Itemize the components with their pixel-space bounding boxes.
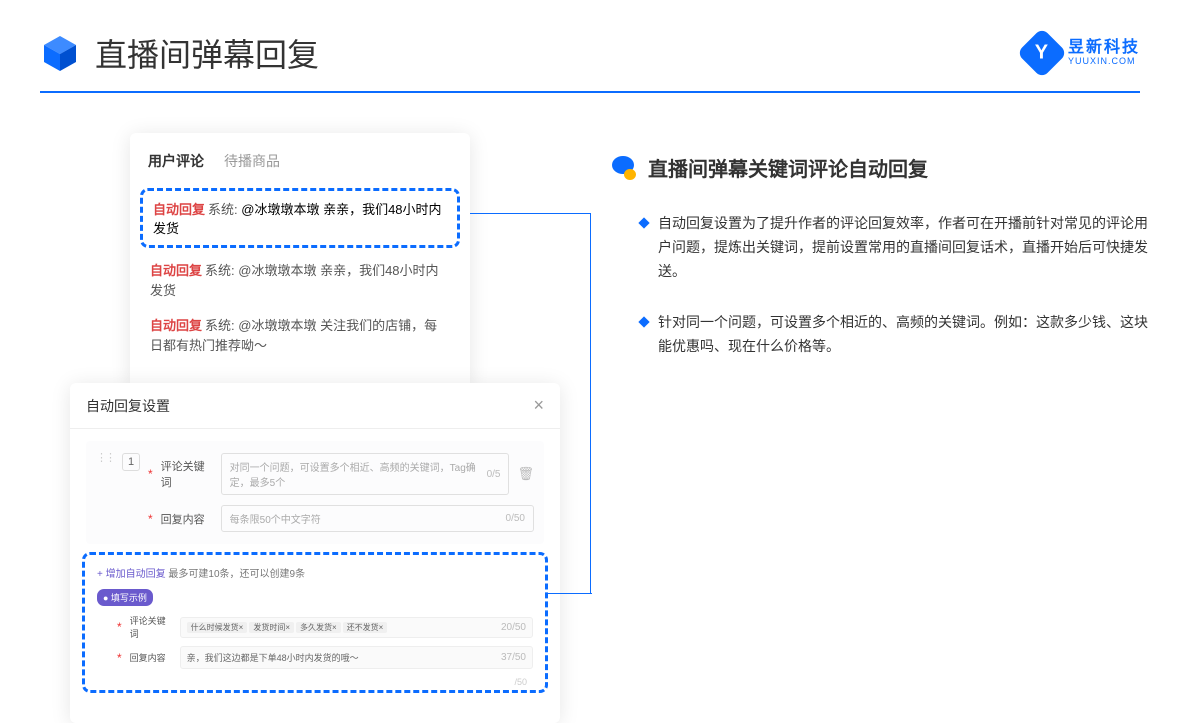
keyword-input[interactable]: 对同一个问题，可设置多个相近、高频的关键词，Tag确定，最多5个0/5 (221, 453, 510, 495)
example-content-input: 亲，我们这边都是下单48小时内发货的哦～37/50 (180, 646, 533, 669)
add-reply-link[interactable]: + 增加自动回复 (97, 569, 166, 580)
keyword-label: 评论关键词 (161, 458, 213, 490)
diamond-icon (638, 217, 649, 228)
diamond-icon (638, 317, 649, 328)
comment-row: 自动回复系统: @冰墩墩本墩 关注我们的店铺，每日都有热门推荐呦～ (130, 308, 470, 363)
highlighted-comment: 自动回复系统: @冰墩墩本墩 亲亲，我们48小时内发货 (140, 188, 460, 248)
example-highlight: + 增加自动回复 最多可建10条，还可以创建9条 ● 填写示例 * 评论关键词 … (82, 552, 548, 693)
delete-icon[interactable]: 🗑 (517, 466, 534, 482)
brand-logo: Y 昱新科技 YUUXIN.COM (1024, 35, 1140, 71)
section-title: 直播间弹幕关键词评论自动回复 (648, 153, 928, 182)
bullet-item: 自动回复设置为了提升作者的评论回复效率，作者可在开播前针对常见的评论用户问题，提… (610, 212, 1150, 283)
bubble-icon (610, 156, 638, 180)
bullet-item: 针对同一个问题，可设置多个相近的、高频的关键词。例如：这款多少钱、这块能优惠吗、… (610, 311, 1150, 359)
tab-pending-products[interactable]: 待播商品 (224, 151, 280, 171)
cube-icon (40, 33, 80, 73)
drag-handle-icon[interactable]: ⋮⋮ (96, 453, 114, 464)
example-badge: ● 填写示例 (97, 589, 153, 606)
page-title: 直播间弹幕回复 (95, 30, 319, 76)
close-icon[interactable]: × (533, 395, 544, 416)
index-badge: 1 (122, 453, 140, 471)
example-keyword-input: 什么时候发货×发货时间×多久发货×还不发货× 20/50 (180, 617, 533, 638)
tab-user-comments[interactable]: 用户评论 (148, 151, 204, 171)
faint-counter: /50 (514, 677, 527, 687)
settings-modal: 自动回复设置 × ⋮⋮ 1 * 评论关键词 对同一个问题，可设置多个相近、高频的… (70, 383, 560, 723)
comments-panel: 用户评论 待播商品 自动回复系统: @冰墩墩本墩 亲亲，我们48小时内发货 自动… (130, 133, 470, 388)
modal-title: 自动回复设置 (86, 396, 170, 416)
content-input[interactable]: 每条限50个中文字符0/50 (221, 505, 534, 532)
content-label: 回复内容 (161, 511, 213, 527)
comment-row: 自动回复系统: @冰墩墩本墩 亲亲，我们48小时内发货 (130, 253, 470, 308)
